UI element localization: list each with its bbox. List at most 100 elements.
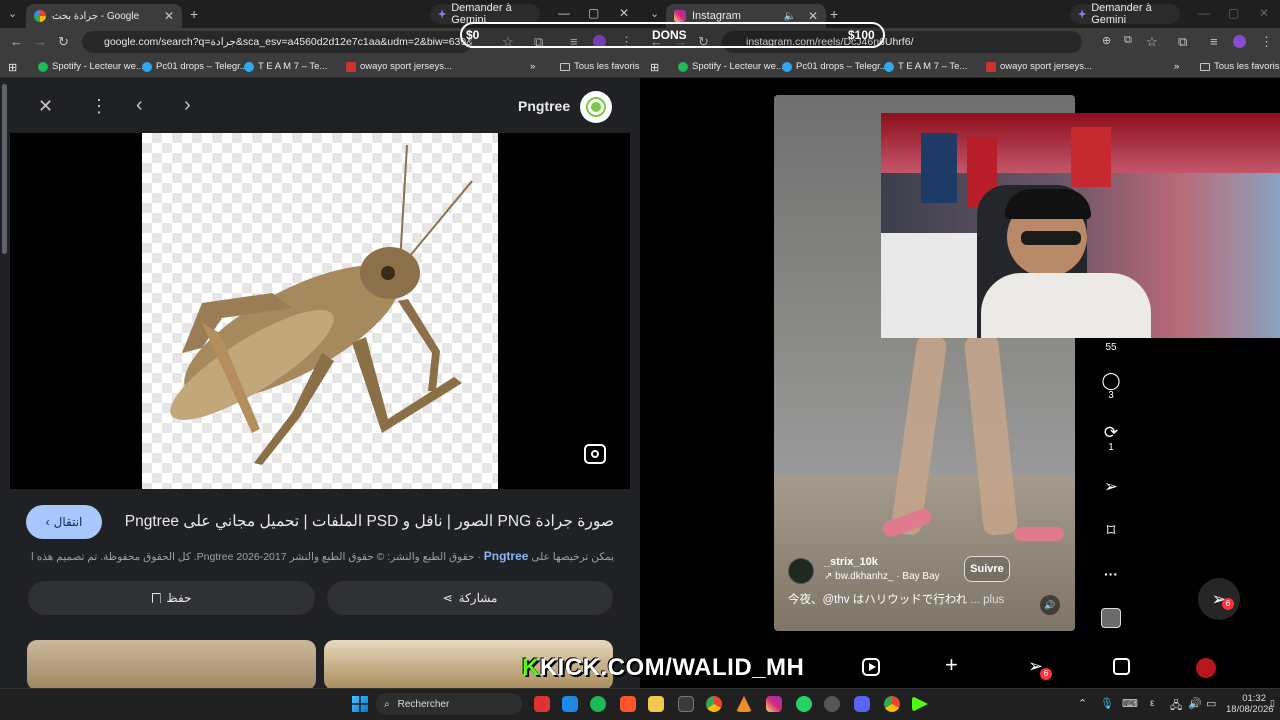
related-image[interactable] <box>27 640 316 688</box>
forward-icon[interactable]: → <box>34 34 47 49</box>
more-options-icon[interactable]: ··· <box>1096 566 1126 582</box>
avatar[interactable] <box>788 558 814 584</box>
back-icon[interactable]: ← <box>10 34 23 49</box>
tab-search-icon[interactable]: ⌄ <box>650 7 659 20</box>
window-close-icon[interactable]: ✕ <box>1259 6 1269 20</box>
pngtree-logo[interactable] <box>580 91 612 123</box>
speaker-icon[interactable]: 🔈 <box>783 11 795 22</box>
brave-icon[interactable] <box>620 696 636 712</box>
address-bar[interactable]: google.com/search?q=جرادة&sca_esv=a4560d… <box>82 31 472 53</box>
zoom-icon[interactable]: ⊕ <box>1102 34 1111 47</box>
license-link[interactable]: Pngtree <box>484 549 529 563</box>
extensions-icon[interactable]: ⧉ <box>1178 34 1187 50</box>
source-name[interactable]: Pngtree <box>518 98 570 114</box>
dashboard-icon[interactable] <box>1113 658 1130 675</box>
new-tab-button[interactable]: + <box>830 6 838 22</box>
reels-icon[interactable] <box>862 658 880 676</box>
bookmark-icon: ⌑ <box>1106 521 1116 540</box>
apps-icon[interactable]: ⊞ <box>650 61 659 74</box>
whatsapp-icon[interactable] <box>796 696 812 712</box>
result-title[interactable]: صورة جرادة PNG الصور | ناقل و PSD الملفا… <box>114 512 614 531</box>
bookmark-star-icon[interactable]: ☆ <box>1146 34 1158 50</box>
minimize-icon[interactable]: — <box>558 6 570 20</box>
bookmark-team7[interactable]: T E A M 7 – Te... <box>244 61 327 72</box>
mic-icon[interactable]: 🎙 <box>1100 697 1114 710</box>
taskbar-search[interactable]: ⌕ Rechercher <box>376 693 522 715</box>
profile-avatar[interactable] <box>1233 35 1246 48</box>
comment-button[interactable]: ◯ 3 <box>1096 372 1126 402</box>
scrollbar[interactable] <box>2 84 7 254</box>
maximize-icon[interactable]: ▢ <box>588 6 599 20</box>
save-button[interactable]: ⌑ <box>1096 522 1126 540</box>
follow-button[interactable]: Suivre <box>964 556 1010 582</box>
spotify-icon[interactable] <box>590 696 606 712</box>
clock[interactable]: 01:32 18/08/2026 <box>1226 693 1274 715</box>
close-icon[interactable]: ✕ <box>38 96 53 117</box>
visit-button[interactable]: ‹ انتقال <box>26 505 102 539</box>
network-icon[interactable]: 🖧 <box>1170 697 1182 716</box>
tab-google[interactable]: Google - جرادة بحث ✕ <box>26 4 182 28</box>
all-bookmarks[interactable]: Tous les favoris <box>1200 61 1279 72</box>
instagram-icon[interactable] <box>766 696 782 712</box>
reload-icon[interactable]: ↻ <box>58 34 69 50</box>
bookmark-team7[interactable]: T E A M 7 – Te... <box>884 61 967 72</box>
tray-expand-icon[interactable]: ⌃ <box>1078 697 1087 710</box>
bookmark-spotify[interactable]: Spotify - Lecteur we... <box>678 61 784 72</box>
more-link[interactable]: ... plus <box>970 594 1004 606</box>
audio-thumbnail[interactable] <box>1101 608 1121 628</box>
store-icon[interactable] <box>678 696 694 712</box>
profile-avatar[interactable] <box>1196 658 1216 678</box>
language-indicator[interactable]: ε <box>1150 698 1154 709</box>
tab-search-icon[interactable]: ⌄ <box>8 7 17 20</box>
window-close-icon[interactable]: ✕ <box>619 6 629 20</box>
all-bookmarks[interactable]: Tous les favoris <box>560 61 639 72</box>
bookmark-telegram[interactable]: Pc01 drops – Telegr... <box>782 61 888 72</box>
grasshopper-image[interactable] <box>142 133 498 489</box>
search-icon: ⌕ <box>384 698 390 710</box>
reel-username[interactable]: _strix_10k <box>824 556 878 568</box>
close-icon[interactable]: ✕ <box>808 9 818 23</box>
apps-icon[interactable]: ⊞ <box>8 61 17 74</box>
app-icon[interactable] <box>534 696 550 712</box>
create-icon[interactable]: + <box>945 652 958 678</box>
obs-icon[interactable] <box>824 696 840 712</box>
mute-icon[interactable]: 🔊 <box>1040 595 1060 615</box>
share-button[interactable]: ➢ <box>1096 478 1126 496</box>
defender-icon[interactable] <box>562 696 578 712</box>
bookmark-spotify[interactable]: Spotify - Lecteur we... <box>38 61 144 72</box>
minimize-icon[interactable]: — <box>1198 6 1210 20</box>
close-icon[interactable]: ✕ <box>164 9 174 23</box>
menu-icon[interactable]: ⋮ <box>1260 34 1273 50</box>
keyboard-icon[interactable]: ⌨ <box>1122 697 1138 710</box>
tab-search-list-icon[interactable]: ≡ <box>1210 34 1218 49</box>
volume-icon[interactable]: 🔊 <box>1188 697 1202 710</box>
messages-button[interactable]: ➢ <box>1198 578 1240 620</box>
more-bookmarks-icon[interactable]: » <box>1174 61 1179 72</box>
share-button[interactable]: ⋖ مشاركة <box>327 581 613 615</box>
cast-icon[interactable]: ⧉ <box>1124 34 1132 47</box>
clock-time: 01:32 <box>1242 693 1266 704</box>
save-button[interactable]: حفظ <box>28 581 315 615</box>
next-icon[interactable]: › <box>184 94 191 117</box>
new-tab-button[interactable]: + <box>190 6 198 22</box>
discord-icon[interactable] <box>854 696 870 712</box>
lens-icon[interactable] <box>584 444 606 464</box>
maximize-icon[interactable]: ▢ <box>1228 6 1239 20</box>
gemini-button[interactable]: Demander à Gemini <box>1070 2 1180 26</box>
previous-icon[interactable]: ‹ <box>136 94 143 117</box>
reel-audio[interactable]: ↗ bw.dkhanhz_ · Bay Bay <box>824 571 940 582</box>
bookmark-owayo[interactable]: owayo sport jerseys... <box>986 61 1092 72</box>
more-bookmarks-icon[interactable]: » <box>530 61 535 72</box>
battery-icon[interactable]: ▭ <box>1206 697 1216 710</box>
bookmark-telegram[interactable]: Pc01 drops – Telegr... <box>142 61 248 72</box>
gemini-button[interactable]: Demander à Gemini <box>430 2 540 26</box>
file-explorer-icon[interactable] <box>648 696 664 712</box>
visit-label: انتقال <box>53 515 83 529</box>
chrome-icon[interactable] <box>884 696 900 712</box>
more-options-icon[interactable]: ⋮ <box>90 96 108 117</box>
chrome-icon[interactable] <box>706 696 722 712</box>
notification-icon[interactable]: ▯ <box>1270 698 1275 709</box>
gemini-icon <box>438 9 447 19</box>
repost-button[interactable]: ⟳ 1 <box>1096 424 1126 454</box>
bookmark-owayo[interactable]: owayo sport jerseys... <box>346 61 452 72</box>
